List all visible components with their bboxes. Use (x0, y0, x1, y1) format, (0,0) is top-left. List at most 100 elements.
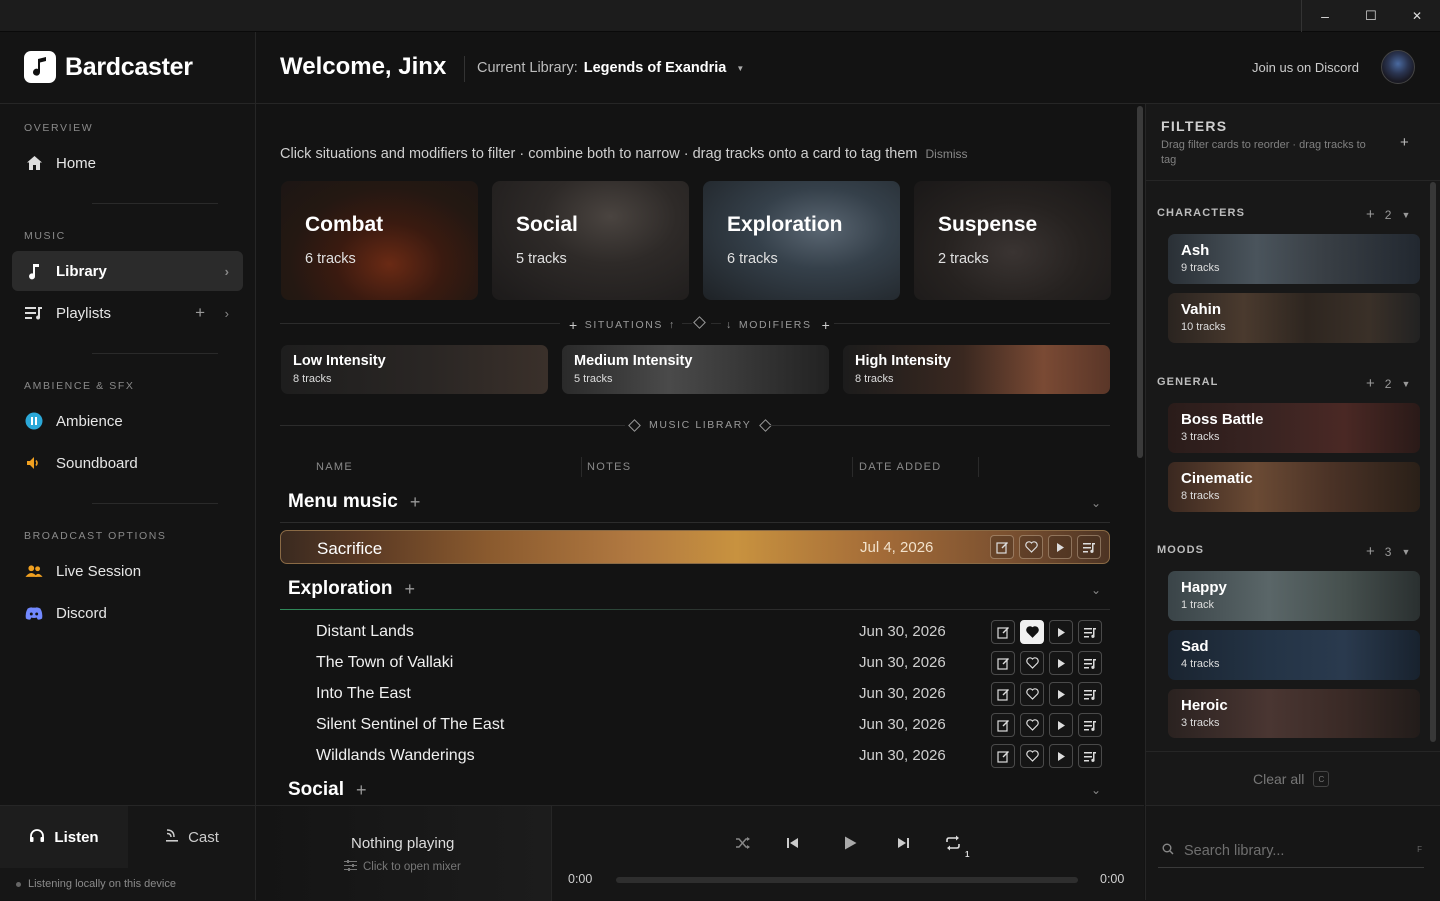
previous-button[interactable] (780, 831, 804, 855)
dismiss-hint-button[interactable]: Dismiss (925, 147, 967, 161)
add-to-group-icon[interactable]: + (356, 780, 367, 801)
edit-icon[interactable] (990, 535, 1014, 559)
filter-card-boss-battle[interactable]: Boss Battle 3 tracks (1168, 403, 1420, 453)
filter-card-happy[interactable]: Happy 1 track (1168, 571, 1420, 621)
close-button[interactable]: ✕ (1394, 0, 1440, 32)
next-button[interactable] (891, 831, 915, 855)
main-scrollbar[interactable] (1136, 104, 1144, 805)
track-row[interactable]: Into The East Jun 30, 2026 (280, 679, 1110, 710)
collapse-chevron-icon[interactable]: ▼ (1401, 379, 1410, 389)
open-mixer-hint[interactable]: Click to open mixer (344, 860, 461, 874)
search-field[interactable]: F (1158, 834, 1424, 868)
filters-scrollbar[interactable] (1430, 182, 1436, 742)
sidebar-item-playlists[interactable]: Playlists + › (12, 293, 243, 333)
track-row-highlighted[interactable]: Sacrifice Jul 4, 2026 (280, 530, 1110, 564)
track-row[interactable]: Wildlands Wanderings Jun 30, 2026 (280, 741, 1110, 772)
swap-diamond-icon[interactable] (693, 316, 706, 329)
repeat-button[interactable] (941, 831, 965, 855)
sidebar-item-live-session[interactable]: Live Session (12, 551, 243, 591)
add-filter-icon[interactable]: + (1366, 375, 1375, 392)
search-input[interactable] (1184, 842, 1404, 859)
situation-card-combat[interactable]: Combat 6 tracks (281, 181, 478, 300)
group-header-exploration[interactable]: Exploration + (288, 578, 415, 600)
add-to-group-icon[interactable]: + (410, 492, 421, 513)
group-header-menu-music[interactable]: Menu music + (288, 491, 420, 513)
heart-icon[interactable] (1020, 713, 1044, 737)
heart-icon[interactable] (1020, 651, 1044, 675)
listen-button[interactable]: Listen (0, 806, 128, 868)
edit-icon[interactable] (991, 682, 1015, 706)
situation-card-exploration[interactable]: Exploration 6 tracks (703, 181, 900, 300)
sidebar-item-ambience[interactable]: Ambience (12, 401, 243, 441)
play-button[interactable] (838, 831, 862, 855)
scrollbar-thumb[interactable] (1137, 106, 1143, 458)
cast-button[interactable]: Cast (128, 806, 256, 868)
edit-icon[interactable] (991, 744, 1015, 768)
play-icon[interactable] (1049, 651, 1073, 675)
track-row[interactable]: Silent Sentinel of The East Jun 30, 2026 (280, 710, 1110, 741)
add-filter-icon[interactable]: + (1400, 134, 1409, 151)
filter-card-vahin[interactable]: Vahin 10 tracks (1168, 293, 1420, 343)
collapse-chevron-icon[interactable]: ⌄ (1091, 583, 1101, 597)
heart-icon[interactable] (1020, 682, 1044, 706)
add-situation-icon[interactable]: + (569, 317, 579, 333)
filter-card-sad[interactable]: Sad 4 tracks (1168, 630, 1420, 680)
shuffle-button[interactable] (731, 831, 755, 855)
headphones-icon (29, 828, 45, 847)
add-to-group-icon[interactable]: + (405, 579, 416, 600)
situation-card-social[interactable]: Social 5 tracks (492, 181, 689, 300)
edit-icon[interactable] (991, 713, 1015, 737)
edit-icon[interactable] (991, 651, 1015, 675)
sidebar-item-library[interactable]: Library › (12, 251, 243, 291)
column-header-name[interactable]: NAME (316, 461, 353, 473)
add-to-queue-icon[interactable] (1078, 651, 1102, 675)
collapse-chevron-icon[interactable]: ▼ (1401, 547, 1410, 557)
heart-icon[interactable] (1020, 744, 1044, 768)
filter-card-heroic[interactable]: Heroic 3 tracks (1168, 689, 1420, 738)
add-playlist-icon[interactable]: + (195, 303, 205, 323)
add-filter-icon[interactable]: + (1366, 543, 1375, 560)
edit-icon[interactable] (991, 620, 1015, 644)
modifier-card-high[interactable]: High Intensity 8 tracks (843, 345, 1110, 394)
play-icon[interactable] (1049, 620, 1073, 644)
minimize-button[interactable]: – (1302, 0, 1348, 32)
add-to-queue-icon[interactable] (1078, 682, 1102, 706)
library-selector[interactable]: Current Library: Legends of Exandria ▼ (477, 60, 744, 76)
discord-icon (25, 604, 43, 622)
filter-card-cinematic[interactable]: Cinematic 8 tracks (1168, 462, 1420, 512)
play-icon[interactable] (1049, 682, 1073, 706)
situation-card-suspense[interactable]: Suspense 2 tracks (914, 181, 1111, 300)
play-icon[interactable] (1049, 713, 1073, 737)
maximize-button[interactable]: ☐ (1348, 0, 1394, 32)
sidebar-item-discord[interactable]: Discord (12, 593, 243, 633)
modifier-card-medium[interactable]: Medium Intensity 5 tracks (562, 345, 829, 394)
column-header-date[interactable]: DATE ADDED (859, 461, 941, 473)
sidebar-item-home[interactable]: Home (12, 143, 243, 183)
heart-icon[interactable] (1019, 535, 1043, 559)
track-row[interactable]: The Town of Vallaki Jun 30, 2026 (280, 648, 1110, 679)
clear-all-button[interactable]: Clear all C (1253, 771, 1330, 787)
column-header-notes[interactable]: NOTES (587, 461, 631, 473)
progress-bar[interactable] (616, 877, 1078, 883)
filter-card-ash[interactable]: Ash 9 tracks (1168, 234, 1420, 284)
avatar[interactable] (1381, 50, 1415, 84)
add-to-queue-icon[interactable] (1078, 713, 1102, 737)
sidebar-item-soundboard[interactable]: Soundboard (12, 443, 243, 483)
modifier-card-low[interactable]: Low Intensity 8 tracks (281, 345, 548, 394)
collapse-chevron-icon[interactable]: ⌄ (1091, 783, 1101, 797)
now-playing[interactable]: Nothing playing Click to open mixer (256, 806, 552, 901)
add-filter-icon[interactable]: + (1366, 206, 1375, 223)
play-icon[interactable] (1048, 535, 1072, 559)
play-icon[interactable] (1049, 744, 1073, 768)
group-header-social[interactable]: Social + (288, 779, 367, 801)
add-to-queue-icon[interactable] (1077, 535, 1101, 559)
add-modifier-icon[interactable]: + (822, 317, 832, 333)
heart-icon[interactable] (1020, 620, 1044, 644)
discord-link[interactable]: Join us on Discord (1252, 60, 1359, 75)
add-to-queue-icon[interactable] (1078, 620, 1102, 644)
collapse-chevron-icon[interactable]: ▼ (1401, 210, 1410, 220)
track-row[interactable]: Distant Lands Jun 30, 2026 (280, 617, 1110, 648)
collapse-chevron-icon[interactable]: ⌄ (1091, 496, 1101, 510)
app-logo[interactable]: Bardcaster (24, 51, 193, 83)
add-to-queue-icon[interactable] (1078, 744, 1102, 768)
